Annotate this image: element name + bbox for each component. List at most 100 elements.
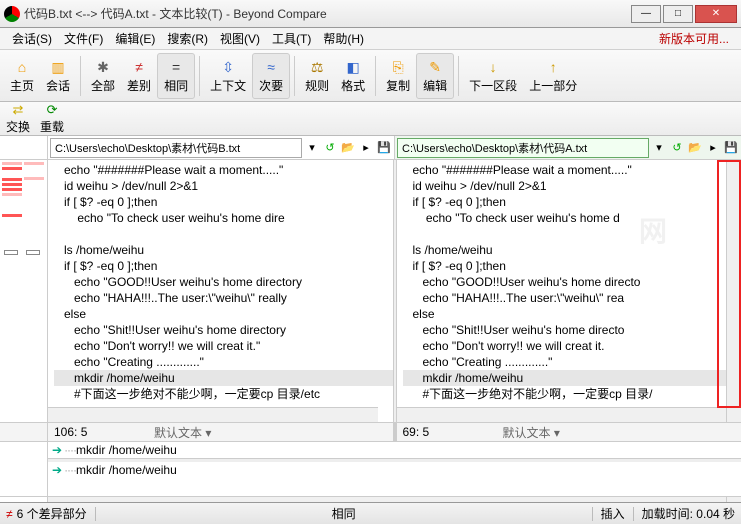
app-icon [4, 6, 20, 22]
right-cursor-pos: 69: 5 [403, 425, 503, 439]
diff-line-top: ➔····mkdir /home/weihu [48, 442, 741, 458]
status-load-time: 加载时间: 0.04 秒 [642, 505, 735, 522]
left-cursor-pos: 106: 5 [54, 425, 154, 439]
menu-edit[interactable]: 编辑(E) [109, 28, 161, 49]
format-label: 格式 [341, 77, 365, 94]
right-pane[interactable]: echo "#######Please wait a moment....." … [397, 160, 741, 422]
open-folder-icon[interactable]: 📂 [687, 140, 703, 156]
right-code[interactable]: echo "#######Please wait a moment....." … [397, 160, 741, 402]
left-code[interactable]: echo "#######Please wait a moment....." … [48, 160, 393, 402]
save-icon[interactable]: 💾 [723, 140, 739, 156]
diff-detail-area: ➔····mkdir /home/weihu ➔····mkdir /home/… [0, 442, 741, 496]
context-label: 上下文 [210, 77, 246, 94]
menu-tools[interactable]: 工具(T) [266, 28, 317, 49]
next-section-button[interactable]: ↓下一区段 [463, 53, 523, 99]
right-h-scrollbar[interactable] [397, 407, 727, 422]
thumbnail-overview[interactable] [0, 160, 48, 422]
diff-lines[interactable]: ➔····mkdir /home/weihu ➔····mkdir /home/… [48, 442, 741, 496]
status-bar: ≠ 6 个差异部分 相同 插入 加载时间: 0.04 秒 [0, 502, 741, 524]
all-button[interactable]: ✱全部 [85, 53, 121, 99]
status-same: 相同 [104, 505, 584, 522]
context-button[interactable]: ⇳上下文 [204, 53, 252, 99]
menu-search[interactable]: 搜索(R) [161, 28, 214, 49]
position-bar: 106: 5 默认文本 ▾ 69: 5 默认文本 ▾ [0, 422, 741, 442]
explorer-icon[interactable]: ▸ [705, 140, 721, 156]
session-label: 会话 [46, 77, 70, 94]
right-encoding-dropdown[interactable]: 默认文本 ▾ [503, 424, 560, 441]
dropdown-icon[interactable]: ▾ [304, 140, 320, 156]
minimize-button[interactable]: — [631, 5, 661, 23]
open-folder-icon[interactable]: 📂 [340, 140, 356, 156]
thumb-left [2, 162, 22, 219]
maximize-button[interactable]: □ [663, 5, 693, 23]
thumbnail-gutter-header [0, 136, 48, 159]
home-button[interactable]: ⌂主页 [4, 53, 40, 99]
left-pane[interactable]: echo "#######Please wait a moment....." … [48, 160, 393, 422]
thumb-viewport-right [26, 250, 40, 255]
diff-text-top: mkdir /home/weihu [76, 442, 177, 458]
equal-icon: = [172, 57, 180, 77]
gavel-icon: ⚖ [311, 57, 324, 77]
compare-area: echo "#######Please wait a moment....." … [0, 160, 741, 422]
diff-label: 差别 [127, 77, 151, 94]
separator [375, 56, 376, 96]
separator [80, 56, 81, 96]
right-v-scrollbar[interactable] [726, 160, 741, 422]
copy-button[interactable]: ⎘复制 [380, 53, 416, 99]
swap-icon: ⇄ [6, 102, 30, 118]
left-h-scrollbar[interactable] [48, 407, 378, 422]
session-icon: ▥ [51, 57, 64, 77]
menu-help[interactable]: 帮助(H) [317, 28, 370, 49]
prev-section-button[interactable]: ↑上一部分 [523, 53, 583, 99]
home-label: 主页 [10, 77, 34, 94]
separator [199, 56, 200, 96]
diff-line-bottom: ➔····mkdir /home/weihu [48, 462, 741, 478]
context-icon: ⇳ [222, 57, 234, 77]
notequal-icon: ≠ [135, 57, 143, 77]
reload-button[interactable]: ⟳重载 [40, 102, 64, 135]
history-icon[interactable]: ↺ [322, 140, 338, 156]
next-label: 下一区段 [469, 77, 517, 94]
window-title: 代码B.txt <--> 代码A.txt - 文本比较(T) - Beyond … [24, 5, 629, 22]
copy-icon: ⎘ [393, 57, 404, 77]
diff-button[interactable]: ≠差别 [121, 53, 157, 99]
same-button[interactable]: =相同 [157, 53, 195, 99]
history-icon[interactable]: ↺ [669, 140, 685, 156]
home-icon: ⌂ [18, 57, 26, 77]
path-bar: ▾ ↺ 📂 ▸ 💾 ▾ ↺ 📂 ▸ 💾 [0, 136, 741, 160]
swap-button[interactable]: ⇄交换 [6, 102, 30, 135]
explorer-icon[interactable]: ▸ [358, 140, 374, 156]
right-path-input[interactable] [397, 138, 649, 158]
minor-button[interactable]: ≈次要 [252, 53, 290, 99]
rules-button[interactable]: ⚖规则 [299, 53, 335, 99]
session-button[interactable]: ▥会话 [40, 53, 76, 99]
close-button[interactable]: ✕ [695, 5, 737, 23]
right-info: 69: 5 默认文本 ▾ [397, 423, 741, 441]
reload-icon: ⟳ [40, 102, 64, 118]
right-arrow-icon: ➔ [52, 462, 62, 478]
menu-view[interactable]: 视图(V) [214, 28, 266, 49]
edit-button[interactable]: ✎编辑 [416, 53, 454, 99]
right-arrow-icon: ➔ [52, 442, 62, 458]
title-bar: 代码B.txt <--> 代码A.txt - 文本比较(T) - Beyond … [0, 0, 741, 28]
menu-session[interactable]: 会话(S) [6, 28, 58, 49]
new-version-link[interactable]: 新版本可用... [659, 30, 729, 47]
thumb-viewport-left [4, 250, 18, 255]
dropdown-icon[interactable]: ▾ [651, 140, 667, 156]
format-button[interactable]: ◧格式 [335, 53, 371, 99]
thumb-right [24, 162, 44, 182]
diff-text-bottom: mkdir /home/weihu [76, 462, 177, 478]
main-toolbar: ⌂主页 ▥会话 ✱全部 ≠差别 =相同 ⇳上下文 ≈次要 ⚖规则 ◧格式 ⎘复制… [0, 50, 741, 102]
whitespace-dots: ···· [64, 462, 76, 478]
menu-file[interactable]: 文件(F) [58, 28, 109, 49]
left-encoding-dropdown[interactable]: 默认文本 ▾ [154, 424, 211, 441]
up-arrow-icon: ↑ [550, 57, 557, 77]
diff-gutter [0, 442, 48, 496]
secondary-toolbar: ⇄交换 ⟳重载 [0, 102, 741, 136]
menu-bar: 会话(S) 文件(F) 编辑(E) 搜索(R) 视图(V) 工具(T) 帮助(H… [0, 28, 741, 50]
prev-label: 上一部分 [529, 77, 577, 94]
whitespace-dots: ···· [64, 442, 76, 458]
save-icon[interactable]: 💾 [376, 140, 392, 156]
notequal-icon: ≠ [6, 507, 13, 521]
left-path-input[interactable] [50, 138, 302, 158]
